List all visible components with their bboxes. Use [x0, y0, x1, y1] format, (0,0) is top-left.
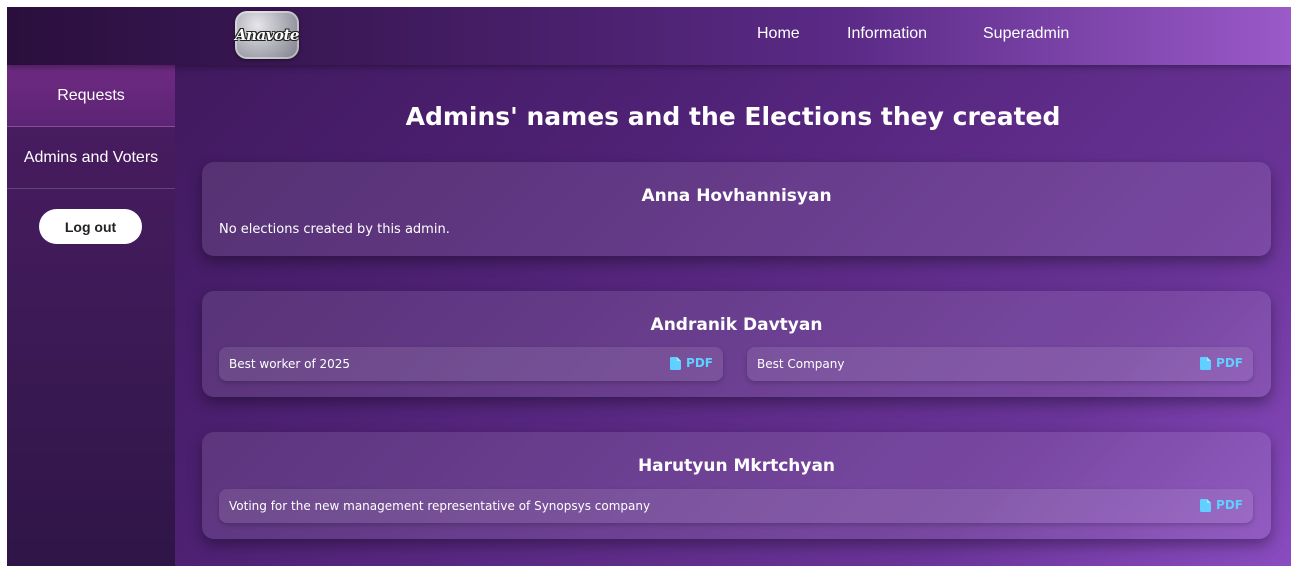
- sidebar-item-admins-and-voters[interactable]: Admins and Voters: [7, 127, 175, 189]
- sidebar: Requests Admins and Voters Log out: [7, 65, 175, 566]
- empty-elections-message: No elections created by this admin.: [219, 222, 450, 237]
- election-item: Best Company PDF: [747, 347, 1253, 381]
- pdf-download-link[interactable]: PDF: [1200, 356, 1243, 370]
- file-icon: [1200, 498, 1212, 512]
- brand-logo[interactable]: Anavote: [235, 11, 299, 59]
- admin-name: Anna Hovhannisyan: [641, 186, 832, 206]
- admin-name: Andranik Davtyan: [650, 315, 823, 335]
- admin-card: Harutyun Mkrtchyan Voting for the new ma…: [202, 432, 1271, 539]
- election-title: Voting for the new management representa…: [229, 499, 651, 513]
- nav-superadmin-link[interactable]: Superadmin: [983, 25, 1069, 43]
- admin-card: Andranik Davtyan Best worker of 2025 PDF…: [202, 291, 1271, 397]
- election-title: Best worker of 2025: [229, 357, 351, 371]
- file-icon: [1200, 356, 1212, 370]
- nav-information-link[interactable]: Information: [847, 25, 927, 43]
- sidebar-item-requests[interactable]: Requests: [7, 65, 175, 127]
- election-title: Best Company: [757, 357, 845, 371]
- app-frame: Anavote Home Information Superadmin Requ…: [7, 7, 1291, 566]
- election-item: Voting for the new management representa…: [219, 489, 1253, 523]
- main-content: Admins' names and the Elections they cre…: [175, 65, 1291, 566]
- admin-name: Harutyun Mkrtchyan: [637, 456, 836, 476]
- nav-home-link[interactable]: Home: [757, 25, 800, 43]
- logout-button[interactable]: Log out: [39, 209, 142, 244]
- pdf-download-link[interactable]: PDF: [1200, 498, 1243, 512]
- pdf-download-link[interactable]: PDF: [670, 356, 713, 370]
- page-title: Admins' names and the Elections they cre…: [405, 102, 1061, 131]
- top-navbar: Anavote Home Information Superadmin: [7, 7, 1291, 65]
- logo-text: Anavote: [235, 26, 299, 44]
- admin-card: Anna Hovhannisyan No elections created b…: [202, 162, 1271, 256]
- election-item: Best worker of 2025 PDF: [219, 347, 723, 381]
- pdf-label: PDF: [1216, 498, 1243, 512]
- pdf-label: PDF: [686, 356, 713, 370]
- pdf-label: PDF: [1216, 356, 1243, 370]
- file-icon: [670, 356, 682, 370]
